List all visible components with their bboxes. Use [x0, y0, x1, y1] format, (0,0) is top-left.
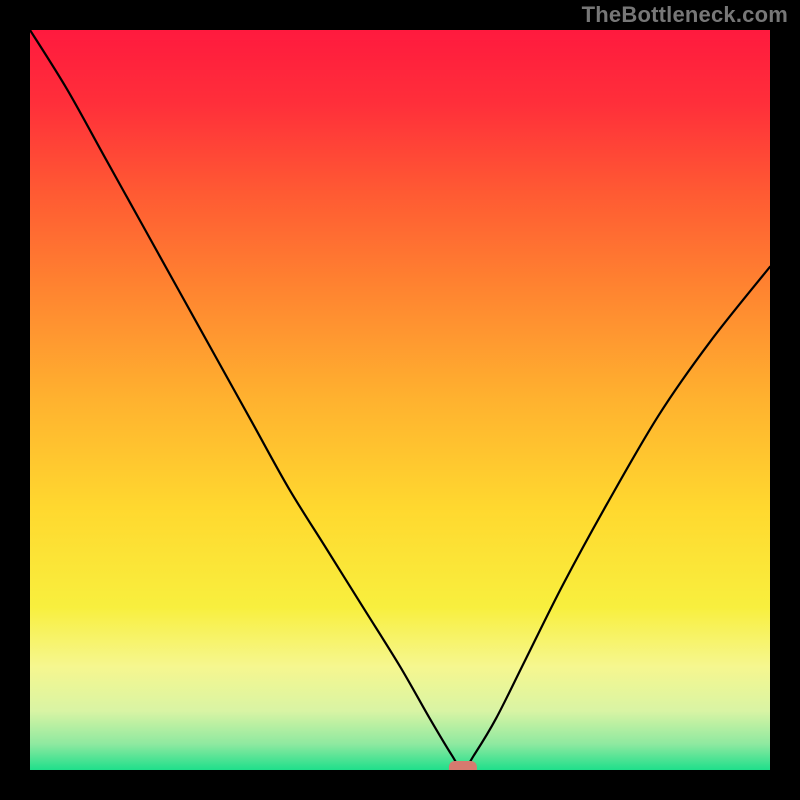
gradient-background — [30, 30, 770, 770]
chart-frame: TheBottleneck.com — [0, 0, 800, 800]
plot-svg — [30, 30, 770, 770]
min-marker — [449, 761, 477, 770]
watermark-text: TheBottleneck.com — [582, 2, 788, 28]
plot-area — [30, 30, 770, 770]
